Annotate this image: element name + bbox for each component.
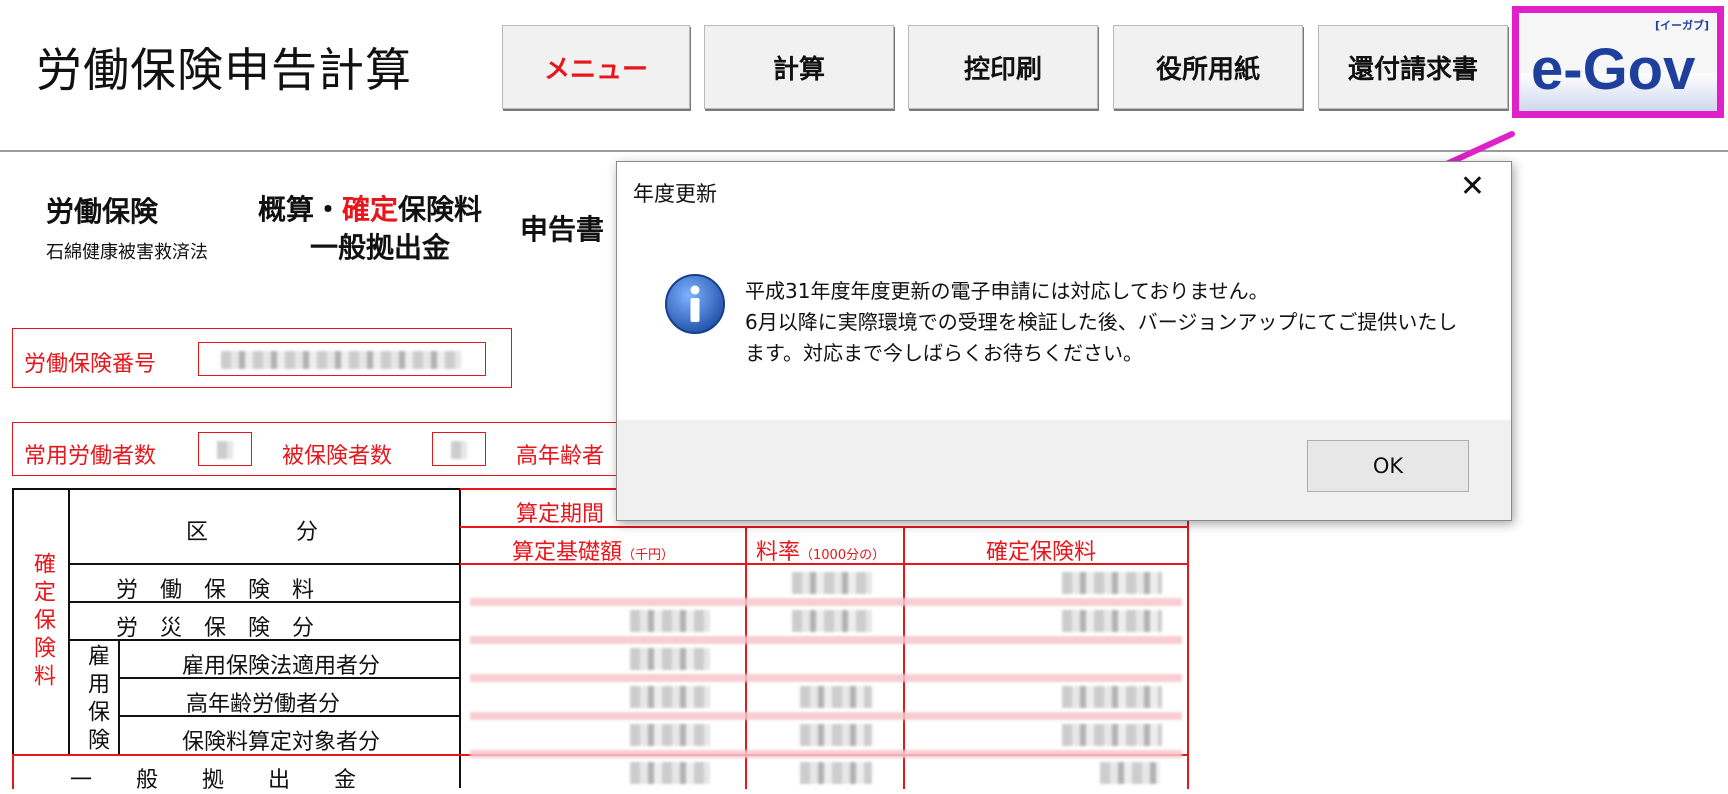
svg-text:e-Gov: e-Gov [1531, 37, 1695, 102]
dialog-message: 平成31年度年度更新の電子申請には対応しておりません。 6月以降に実際環境での受… [745, 279, 1458, 365]
row-workers-comp: 労 災 保 険 分 [116, 616, 315, 641]
redacted-value [630, 686, 710, 708]
row-employment-applicable: 雇用保険法適用者分 [182, 654, 381, 679]
col-premium: 確定保険料 [986, 540, 1097, 565]
redacted-value [1100, 762, 1160, 784]
workers-field[interactable] [198, 432, 252, 466]
form-title-mid-line2: 一般拠出金 [310, 231, 451, 264]
col-base: 算定基礎額（千円） [512, 540, 675, 565]
ok-button[interactable]: OK [1307, 440, 1469, 492]
redacted-value [1062, 724, 1162, 746]
redacted-value [792, 610, 872, 632]
redacted-value [792, 572, 872, 594]
form-title-right: 申告書 [520, 213, 605, 246]
insured-label: 被保険者数 [282, 444, 393, 469]
row-premium-target: 保険料算定対象者分 [182, 730, 381, 755]
redacted-value [1062, 572, 1162, 594]
insurance-number-field[interactable] [198, 342, 486, 376]
calculate-button[interactable]: 計算 [704, 25, 894, 109]
col-period: 算定期間 [516, 502, 605, 527]
egov-kana-label: [イーガブ] [1654, 19, 1709, 32]
insurance-number-label: 労働保険番号 [24, 352, 157, 377]
redacted-value [630, 724, 710, 746]
row-elderly-workers: 高年齢労働者分 [186, 692, 341, 717]
insurance-number-redacted [221, 351, 461, 369]
calculate-button-label: 計算 [772, 54, 825, 85]
redacted-value [800, 762, 872, 784]
table-left-header: 確定保険料 [30, 552, 55, 692]
redacted-value [1062, 610, 1162, 632]
office-form-button[interactable]: 役所用紙 [1113, 25, 1303, 109]
refund-request-button[interactable]: 還付請求書 [1318, 25, 1508, 109]
redacted-value [630, 610, 710, 632]
row-labor-insurance: 労 働 保 険 料 [116, 578, 315, 603]
form-title-mid: 概算・確定保険料 [258, 193, 483, 226]
egov-button[interactable]: e-Gov [イーガブ] [1512, 6, 1724, 118]
insured-field[interactable] [432, 432, 486, 466]
print-copy-button[interactable]: 控印刷 [908, 25, 1098, 109]
office-form-button-label: 役所用紙 [1155, 54, 1260, 85]
redacted-value [1062, 686, 1162, 708]
elderly-label: 高年齢者 [516, 444, 605, 469]
workers-label: 常用労働者数 [24, 444, 157, 469]
print-copy-button-label: 控印刷 [963, 54, 1042, 85]
dialog-footer: OK [617, 420, 1511, 520]
koyou-group-label: 雇用保険 [84, 644, 109, 756]
year-update-dialog: 年度更新 ✕ 平成31年度年度更新の電子申請には対応しておりません。 6月以降に… [616, 161, 1512, 521]
form-title-left: 労働保険 [46, 195, 159, 228]
redacted-value [800, 724, 872, 746]
dialog-title: 年度更新 [633, 182, 717, 206]
close-icon[interactable]: ✕ [1460, 172, 1485, 202]
refund-request-button-label: 還付請求書 [1347, 54, 1478, 85]
app-title: 労働保険申告計算 [36, 43, 412, 97]
redacted-value [630, 762, 710, 784]
redacted-value [630, 648, 710, 670]
menu-button[interactable]: メニュー [502, 25, 690, 109]
info-icon [665, 274, 725, 334]
row-general-contribution: 一 般 拠 出 金 [70, 768, 357, 793]
redacted-value [800, 686, 872, 708]
form-subtitle-left: 石綿健康被害救済法 [46, 242, 208, 263]
col-kubun: 区 分 [186, 520, 319, 545]
col-rate: 料率（1000分の） [756, 540, 886, 565]
menu-button-label: メニュー [543, 54, 648, 85]
